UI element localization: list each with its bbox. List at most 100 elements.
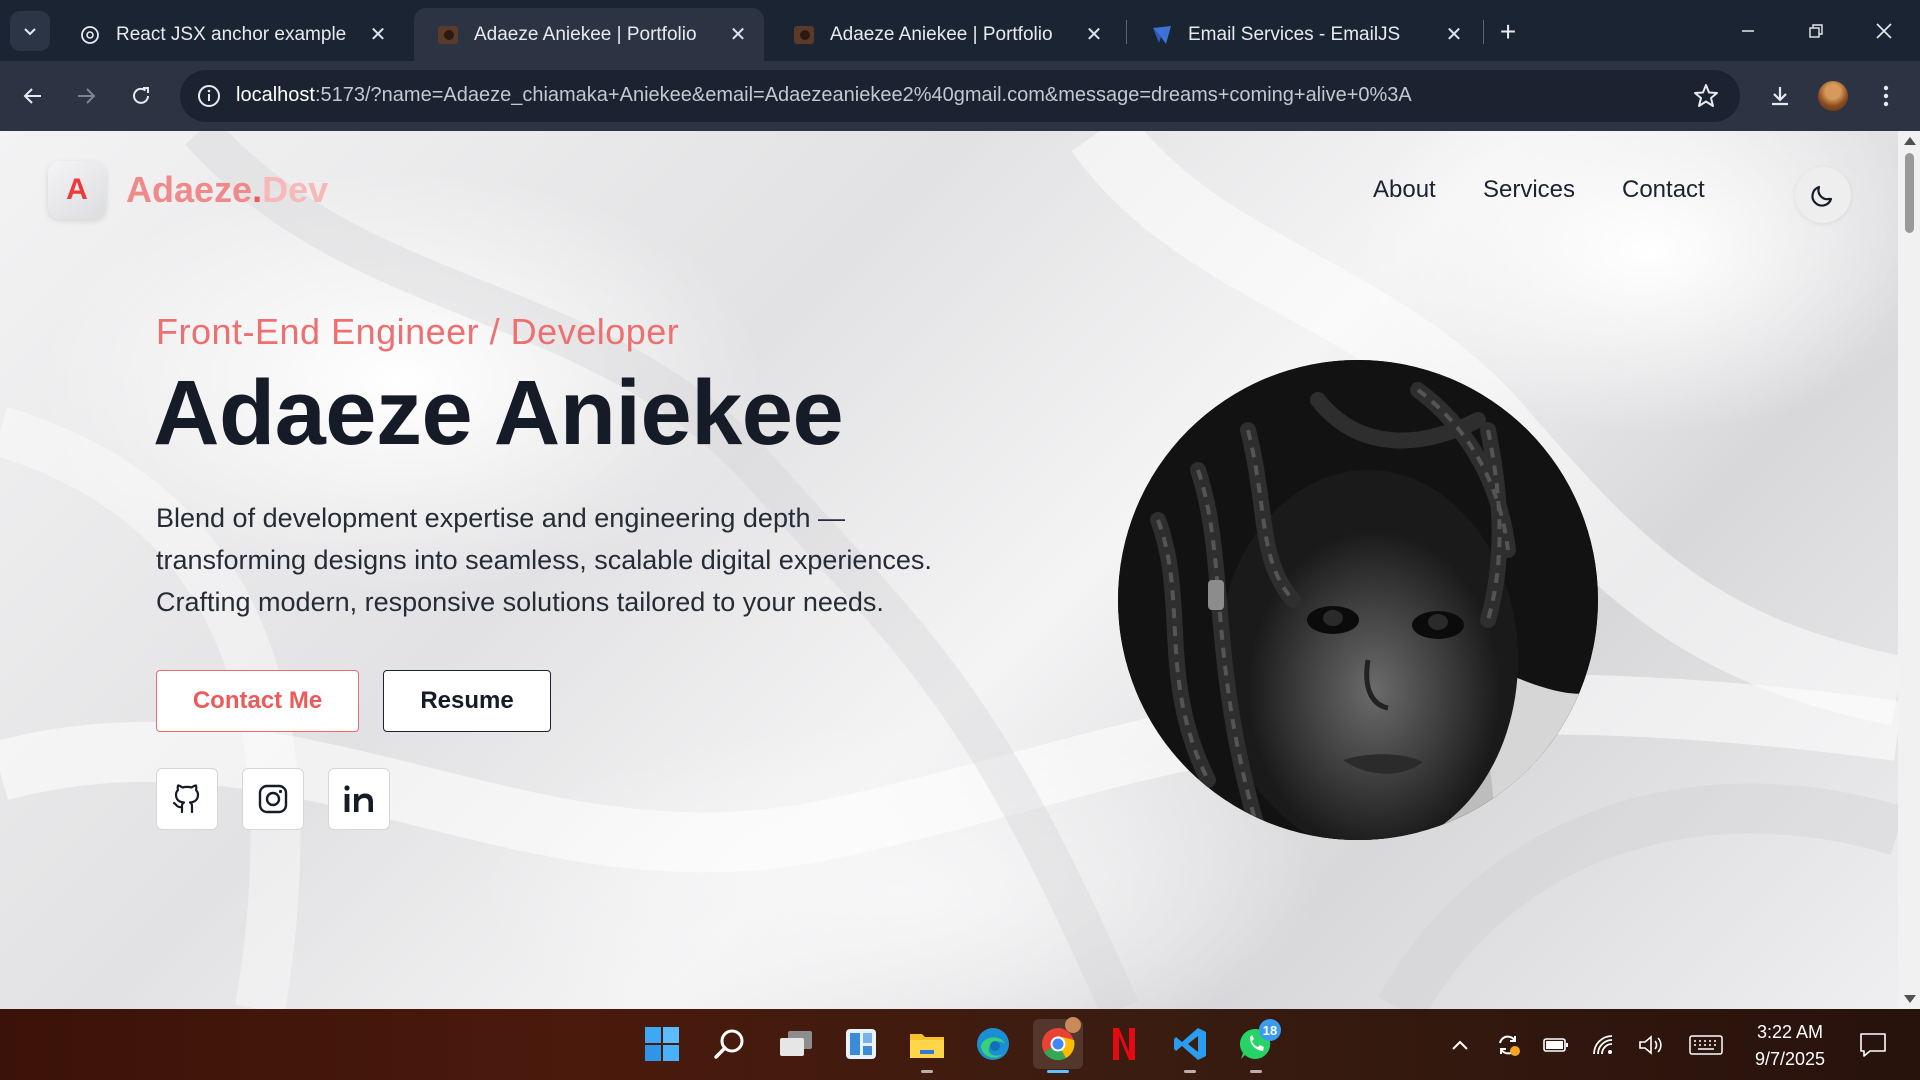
tab-emailjs[interactable]: Email Services - EmailJS ✕ xyxy=(1128,8,1480,61)
sync-tray-button[interactable] xyxy=(1494,1033,1522,1057)
chevron-down-icon xyxy=(24,28,36,36)
widgets-icon xyxy=(846,1029,876,1059)
taskbar-search-button[interactable] xyxy=(704,1019,754,1069)
close-icon[interactable]: ✕ xyxy=(364,21,392,49)
logo-text-first: Adaeze xyxy=(126,169,253,210)
contact-me-button[interactable]: Contact Me xyxy=(156,670,359,732)
url-host: localhost xyxy=(236,84,315,106)
reload-icon xyxy=(133,87,149,104)
linkedin-link[interactable] xyxy=(328,768,390,830)
tab-portfolio-active[interactable]: Adaeze Aniekee | Portfolio ✕ xyxy=(414,8,764,61)
task-view-button[interactable] xyxy=(771,1019,821,1069)
tab-separator xyxy=(1483,20,1484,44)
sync-icon xyxy=(1499,1035,1520,1056)
chrome-button[interactable] xyxy=(1033,1017,1083,1073)
downloads-button[interactable] xyxy=(1758,74,1802,118)
browser-tab-strip: React JSX anchor example ✕ Adaeze Anieke… xyxy=(0,0,1920,61)
site-info-icon[interactable] xyxy=(196,83,222,109)
bio-line: transforming designs into seamless, scal… xyxy=(156,545,932,575)
bio-line: Blend of development expertise and engin… xyxy=(156,503,845,533)
tab-separator xyxy=(1126,20,1127,44)
task-view-icon xyxy=(780,1031,812,1056)
scroll-down-arrow-icon[interactable] xyxy=(1904,995,1916,1003)
theme-toggle-button[interactable] xyxy=(1795,167,1851,223)
clock-date: 9/7/2025 xyxy=(1754,1049,1826,1069)
tab-react-jsx[interactable]: React JSX anchor example ✕ xyxy=(56,8,404,61)
new-tab-button[interactable]: + xyxy=(1490,14,1526,50)
tab-title: Adaeze Aniekee | Portfolio xyxy=(474,23,697,45)
logo-text[interactable]: Adaeze.Dev xyxy=(126,169,328,211)
hero-bio: Blend of development expertise and engin… xyxy=(156,497,976,623)
active-indicator xyxy=(1047,1070,1069,1073)
arrow-right-icon xyxy=(78,88,96,104)
touch-keyboard-button[interactable] xyxy=(1688,1033,1724,1057)
logo-text-second: Dev xyxy=(262,169,329,210)
network-tray-button[interactable] xyxy=(1590,1033,1618,1057)
nav-services[interactable]: Services xyxy=(1483,176,1575,204)
battery-tray-button[interactable] xyxy=(1542,1033,1570,1057)
openai-icon xyxy=(78,23,102,47)
arrow-left-icon xyxy=(23,88,41,104)
restore-icon xyxy=(1809,23,1823,38)
windows-start-icon xyxy=(645,1027,679,1061)
moon-icon xyxy=(1811,185,1833,207)
start-button[interactable] xyxy=(637,1019,687,1069)
whatsapp-button[interactable]: 18 xyxy=(1231,1019,1281,1073)
keyboard-icon xyxy=(1689,1035,1723,1055)
browser-toolbar: localhost:5173/?name=Adaeze_chiamaka+Ani… xyxy=(0,61,1920,131)
github-icon xyxy=(172,784,200,814)
linkedin-icon xyxy=(344,785,373,812)
avatar xyxy=(1818,81,1848,111)
close-icon[interactable]: ✕ xyxy=(1080,21,1108,49)
resume-button[interactable]: Resume xyxy=(383,670,551,732)
close-icon[interactable]: ✕ xyxy=(1440,21,1468,49)
edge-button[interactable] xyxy=(968,1019,1018,1069)
battery-icon xyxy=(1543,1038,1568,1052)
widgets-button[interactable] xyxy=(836,1019,886,1069)
url-path: :5173/?name=Adaeze_chiamaka+Aniekee&emai… xyxy=(314,84,1412,106)
running-indicator xyxy=(1184,1070,1196,1073)
hero-role: Front-End Engineer / Developer xyxy=(156,311,680,352)
url-text[interactable]: localhost:5173/?name=Adaeze_chiamaka+Ani… xyxy=(236,84,1412,107)
portfolio-favicon-icon xyxy=(436,23,460,47)
windows-taskbar: 18 3:22 AM 9/7/2025 xyxy=(0,1009,1920,1080)
close-icon[interactable]: ✕ xyxy=(724,21,752,49)
profile-button[interactable] xyxy=(1811,74,1855,118)
tab-portfolio[interactable]: Adaeze Aniekee | Portfolio ✕ xyxy=(770,8,1120,61)
browser-menu-button[interactable] xyxy=(1864,74,1908,118)
bookmark-star-icon[interactable] xyxy=(1692,82,1720,110)
back-button[interactable] xyxy=(11,74,55,118)
scroll-thumb[interactable] xyxy=(1905,153,1914,233)
tab-search-button[interactable] xyxy=(10,11,50,51)
search-icon xyxy=(714,1029,744,1059)
close-icon xyxy=(1876,22,1892,39)
netflix-button[interactable] xyxy=(1099,1019,1149,1069)
instagram-link[interactable] xyxy=(242,768,304,830)
show-hidden-icons-button[interactable] xyxy=(1446,1033,1474,1057)
scroll-up-arrow-icon[interactable] xyxy=(1904,137,1916,145)
notifications-button[interactable] xyxy=(1856,1033,1890,1057)
tab-title: Adaeze Aniekee | Portfolio xyxy=(830,23,1053,45)
logo-badge[interactable]: A xyxy=(48,161,106,219)
page-scrollbar[interactable] xyxy=(1898,131,1920,1009)
reload-button[interactable] xyxy=(119,74,163,118)
nav-about[interactable]: About xyxy=(1373,176,1436,204)
nav-contact[interactable]: Contact xyxy=(1622,176,1705,204)
logo-letter: A xyxy=(66,173,88,206)
running-indicator xyxy=(921,1070,933,1073)
profile-photo xyxy=(1118,360,1598,840)
taskbar-clock[interactable]: 3:22 AM 9/7/2025 xyxy=(1735,1019,1845,1073)
minimize-button[interactable] xyxy=(1714,0,1782,61)
file-explorer-button[interactable] xyxy=(902,1019,952,1073)
address-bar[interactable]: localhost:5173/?name=Adaeze_chiamaka+Ani… xyxy=(180,70,1740,122)
instagram-icon xyxy=(258,784,288,814)
github-link[interactable] xyxy=(156,768,218,830)
hero-name: Adaeze Aniekee xyxy=(153,362,844,464)
vscode-button[interactable] xyxy=(1165,1019,1215,1073)
restore-button[interactable] xyxy=(1782,0,1850,61)
vscode-icon xyxy=(1174,1028,1206,1060)
forward-button[interactable] xyxy=(64,74,108,118)
close-window-button[interactable] xyxy=(1850,0,1918,61)
portfolio-favicon-icon xyxy=(792,23,816,47)
volume-tray-button[interactable] xyxy=(1637,1033,1665,1057)
